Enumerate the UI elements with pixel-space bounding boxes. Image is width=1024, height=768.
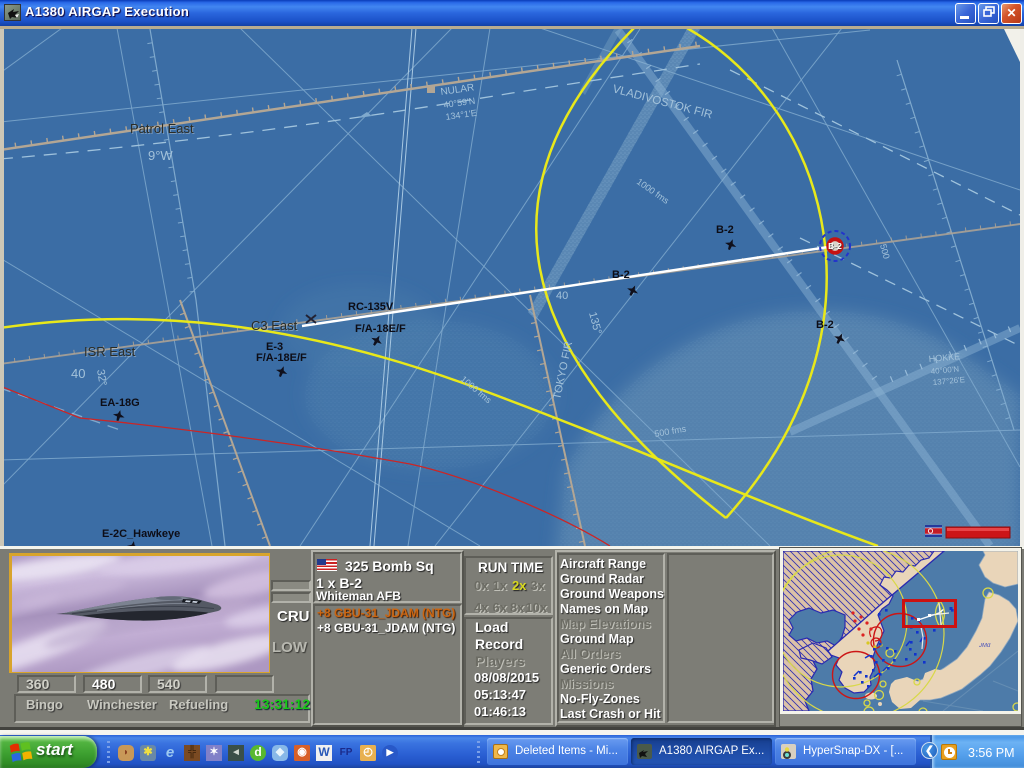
svg-text:40: 40 bbox=[71, 366, 85, 381]
svg-text:9°W: 9°W bbox=[148, 148, 173, 163]
svg-text:F/A-18E/F: F/A-18E/F bbox=[355, 323, 406, 335]
svg-text:E-2C_Hawkeye: E-2C_Hawkeye bbox=[102, 528, 180, 540]
svg-text:B-2: B-2 bbox=[816, 319, 834, 331]
svg-text:C3 East: C3 East bbox=[251, 318, 298, 333]
svg-text:B-2: B-2 bbox=[716, 224, 734, 236]
svg-text:F/A-18E/F: F/A-18E/F bbox=[256, 352, 307, 364]
svg-text:ISR East: ISR East bbox=[84, 344, 136, 359]
svg-text:JMd: JMd bbox=[978, 643, 991, 649]
svg-text:EA-18G: EA-18G bbox=[100, 397, 140, 409]
svg-text:RC-135V: RC-135V bbox=[348, 301, 394, 313]
svg-text:Patrol East: Patrol East bbox=[130, 121, 194, 136]
svg-text:40: 40 bbox=[556, 290, 568, 302]
svg-text:B-2: B-2 bbox=[612, 269, 630, 281]
svg-text:B-2: B-2 bbox=[828, 241, 842, 251]
